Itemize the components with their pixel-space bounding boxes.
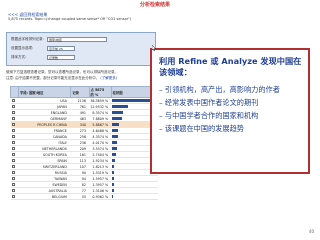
header-select	[9, 86, 20, 98]
mouse-pointer-icon	[152, 45, 156, 51]
callout-list: 引领机构，高产出，高影响力的作者 经常发表中国作者论文的期刊 与中国学者合作的国…	[159, 83, 302, 135]
percent-bar	[112, 195, 114, 198]
row-checkbox[interactable]	[11, 110, 15, 114]
percent-bar	[112, 171, 115, 174]
row-checkbox[interactable]	[11, 146, 15, 150]
callout-title: 利用 Refine 或 Analyze 发现中国在该领域：	[159, 56, 302, 77]
row-checkbox[interactable]	[11, 98, 15, 102]
row-checkbox[interactable]	[11, 122, 15, 126]
info-line-2: 注意: 由于结果不完整，部分记录可能无法显示在此分析中。 (了解更多)	[6, 76, 117, 81]
rank-by-label: 根据此字段排列记录:	[11, 37, 44, 41]
row-checkbox[interactable]	[11, 194, 15, 198]
callout-item: 该课题在中国的发展趋势	[159, 122, 302, 135]
learn-more-link[interactable]: (了解更多)	[100, 76, 117, 80]
top-bar: 分析检索结果	[0, 0, 320, 10]
header-percent: 占 5875 的 %	[88, 86, 112, 98]
analysis-options-panel: 根据此字段排列记录: 国家/地区 设置显示选项: 显示前 25 排序方式: 记录…	[6, 32, 156, 66]
row-checkbox[interactable]	[11, 170, 15, 174]
display-options-label: 设置显示选项:	[11, 46, 34, 50]
row-checkbox[interactable]	[11, 134, 15, 138]
row-checkbox[interactable]	[11, 104, 15, 108]
percent-bar	[112, 147, 117, 150]
record-percent: 0.9362 %	[89, 193, 112, 200]
info-line-1: 使用下方复选框查看记录。您可以查看所选记录，也可以排除所选记录。	[6, 70, 118, 74]
header-field: 字段: 国家/地区	[18, 86, 72, 98]
percent-bar	[112, 165, 115, 168]
row-checkbox[interactable]	[11, 182, 15, 186]
row-checkbox[interactable]	[11, 152, 15, 156]
percent-bar	[112, 117, 123, 120]
records-summary: 5,875 records. Topic=(change coupled sam…	[8, 17, 132, 21]
analysis-results-table: 字段: 国家/地区 记录 占 5875 的 % 柱状图 USA 2136 36.36…	[9, 86, 159, 200]
percent-bar	[112, 135, 118, 138]
percent-bar	[112, 141, 118, 144]
percent-bar	[112, 183, 114, 186]
bar-cell	[111, 193, 158, 200]
callout-box: 利用 Refine 或 Analyze 发现中国在该领域： 引领机构，高产出，高…	[150, 48, 310, 174]
percent-bar	[112, 177, 115, 180]
callout-item: 引领机构，高产出，高影响力的作者	[159, 83, 302, 96]
page-title: 分析检索结果	[140, 2, 171, 8]
percent-bar	[112, 159, 115, 162]
row-checkbox[interactable]	[11, 188, 15, 192]
sort-select[interactable]: 记录数	[47, 55, 75, 60]
slide-number: 40	[308, 229, 314, 234]
row-checkbox[interactable]	[11, 164, 15, 168]
percent-bar	[112, 153, 116, 156]
row-select-cell	[10, 193, 19, 200]
row-checkbox[interactable]	[11, 176, 15, 180]
callout-item: 经常发表中国作者论文的期刊	[159, 96, 302, 109]
callout-item: 与中国学者合作的国家和机构	[159, 109, 302, 122]
percent-bar	[112, 123, 120, 126]
record-count: 55	[70, 193, 89, 200]
percent-bar	[112, 105, 129, 108]
percent-bar	[112, 111, 123, 114]
wos-analysis-screenshot: <<< 返回到检索结果 5,875 records. Topic=(change…	[0, 10, 320, 240]
table-row: BELGIUM 55 0.9362 %	[10, 193, 158, 200]
percent-bar	[112, 129, 119, 132]
field-select[interactable]: 国家/地区	[47, 37, 107, 42]
country-name: BELGIUM	[18, 193, 71, 200]
info-line-2-text: 注意: 由于结果不完整，部分记录可能无法显示在此分析中。	[6, 76, 100, 80]
sort-by-label: 排序方式:	[11, 55, 27, 59]
row-checkbox[interactable]	[11, 128, 15, 132]
show-top-select[interactable]: 显示前 25	[47, 46, 75, 51]
row-checkbox[interactable]	[11, 116, 15, 120]
percent-bar	[112, 189, 114, 192]
row-checkbox[interactable]	[11, 158, 15, 162]
row-checkbox[interactable]	[11, 140, 15, 144]
table-header-row: 字段: 国家/地区 记录 占 5875 的 % 柱状图	[9, 86, 159, 98]
header-records: 记录	[70, 86, 90, 98]
